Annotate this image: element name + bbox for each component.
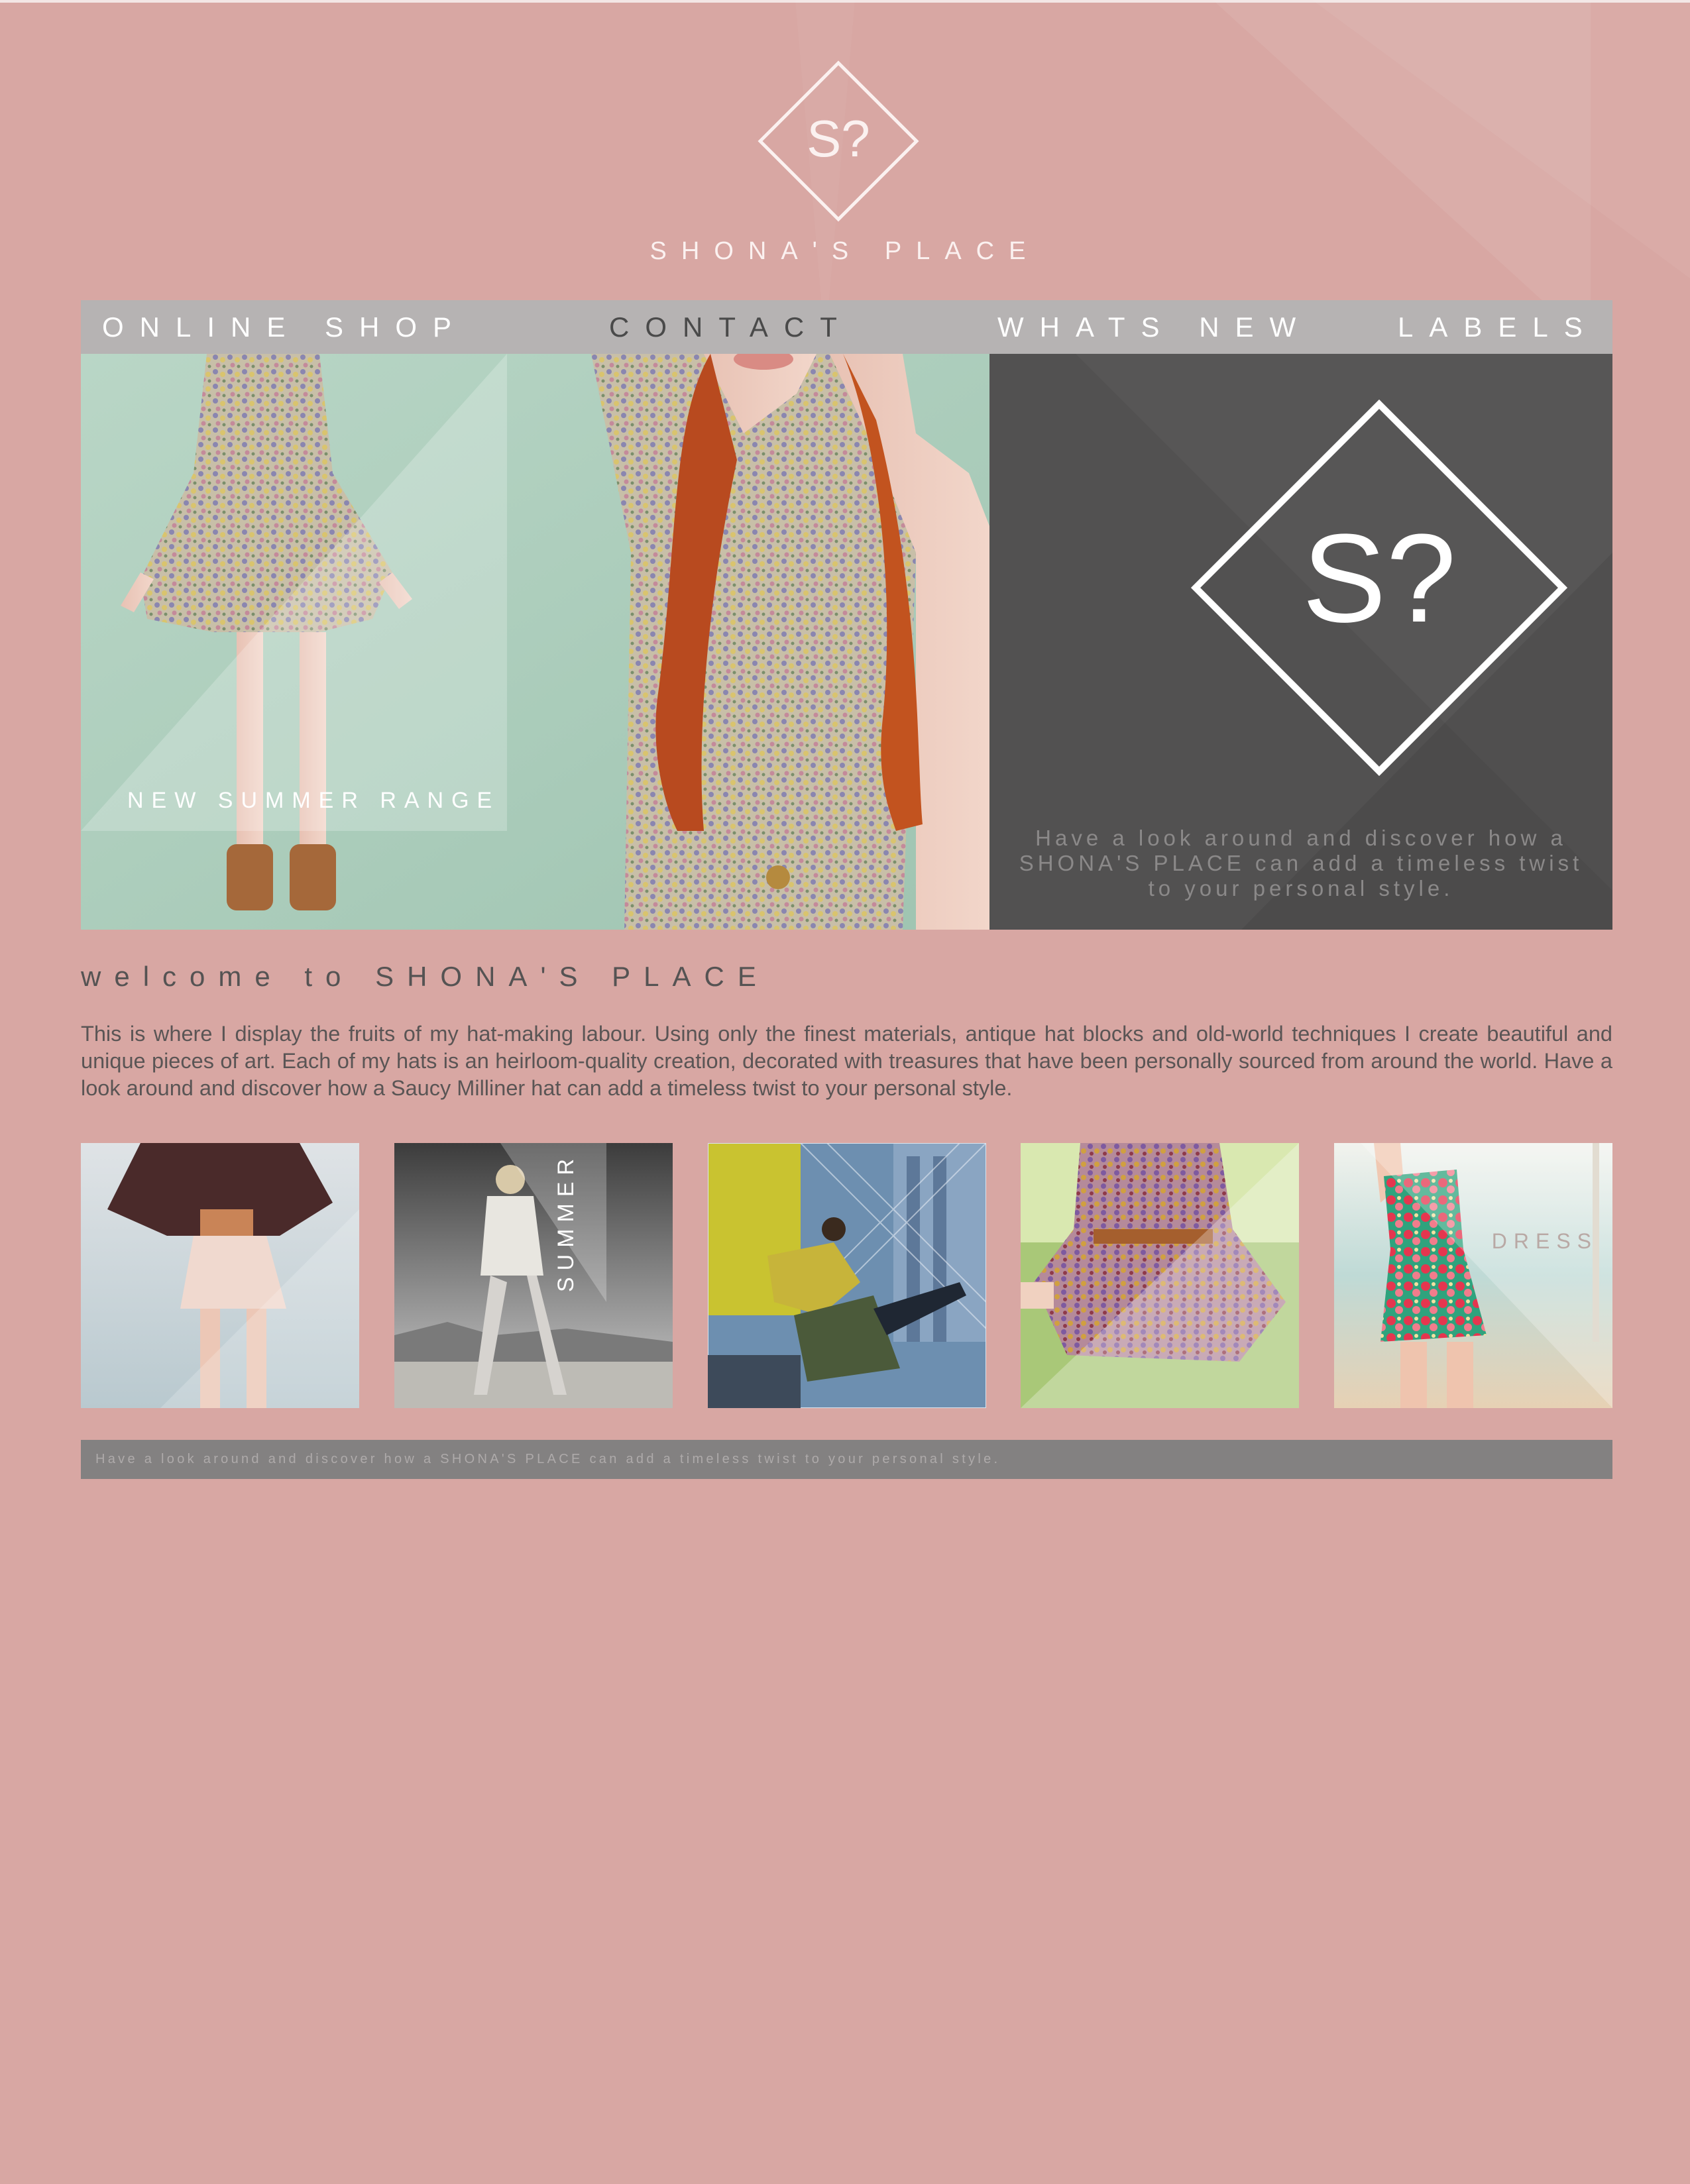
gallery-item-lace-top[interactable] bbox=[81, 1143, 359, 1408]
hero-banner: NEW SUMMER RANGE S? Have a look around a… bbox=[81, 354, 1612, 930]
dress-label: DRESS bbox=[1491, 1229, 1598, 1253]
footer-text: Have a look around and discover how a SH… bbox=[95, 1452, 1001, 1466]
hero-caption: NEW SUMMER RANGE bbox=[127, 788, 500, 813]
summer-label: SUMMER bbox=[553, 1152, 579, 1292]
welcome-body: This is where I display the fruits of my… bbox=[81, 1022, 1612, 1100]
nav-labels[interactable]: LABELS bbox=[1398, 300, 1599, 354]
gallery-item-floral-skirt[interactable] bbox=[1021, 1143, 1299, 1408]
main-nav: ONLINE SHOP CONTACT WHATS NEW LABELS bbox=[81, 300, 1612, 354]
welcome-title: welcome to SHONA'S PLACE bbox=[81, 961, 769, 992]
gallery-item-city[interactable] bbox=[708, 1143, 986, 1408]
hero-logo-mark: S? bbox=[1302, 508, 1456, 649]
site-name: SHONA'S PLACE bbox=[649, 237, 1041, 265]
nav-contact[interactable]: CONTACT bbox=[609, 300, 853, 354]
hero-tagline: Have a look around and discover how a SH… bbox=[1019, 826, 1583, 901]
gallery-item-summer[interactable]: SUMMER bbox=[394, 1143, 673, 1408]
gallery: SUMMER DRESS bbox=[81, 1143, 1612, 1408]
footer-bar: Have a look around and discover how a SH… bbox=[81, 1440, 1612, 1479]
logo-icon[interactable]: S? bbox=[758, 60, 919, 222]
hero-info-panel: S? Have a look around and discover how a… bbox=[989, 354, 1612, 930]
top-border-line bbox=[0, 0, 1690, 3]
nav-online-shop[interactable]: ONLINE SHOP bbox=[102, 300, 467, 354]
gallery-item-dress[interactable]: DRESS bbox=[1334, 1143, 1612, 1408]
hero-image[interactable]: NEW SUMMER RANGE bbox=[81, 354, 989, 930]
logo-mark-text: S? bbox=[807, 109, 870, 168]
hero-logo-icon: S? bbox=[1190, 399, 1568, 777]
nav-whats-new[interactable]: WHATS NEW bbox=[997, 300, 1312, 354]
